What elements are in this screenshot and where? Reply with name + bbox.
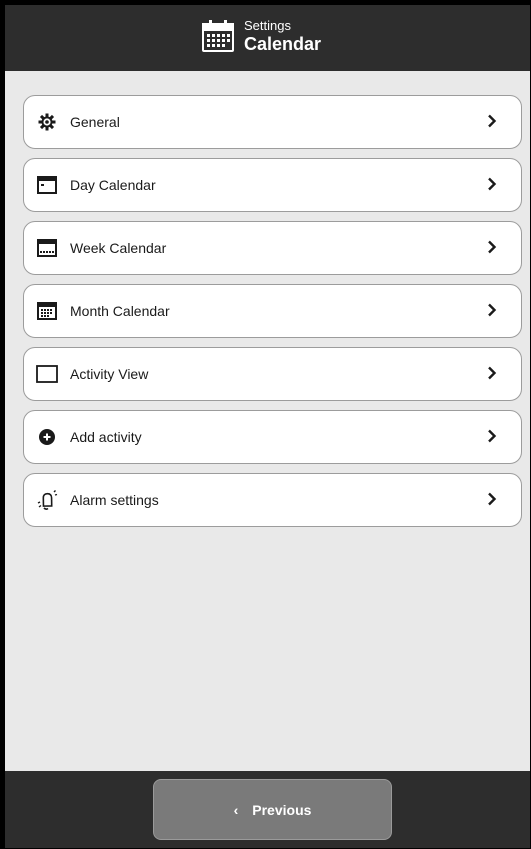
chevron-right-icon [488,177,497,191]
menu-item-label: Day Calendar [70,177,156,193]
footer-bar: ‹ Previous [5,771,530,848]
settings-menu: General Day Calendar Week Calendar Month… [23,95,522,536]
header-titles: Settings Calendar [244,19,321,55]
menu-item-label: Month Calendar [70,303,170,319]
menu-item-label: Week Calendar [70,240,167,256]
chevron-right-icon [488,303,497,317]
gear-icon [35,110,59,134]
previous-button-label: Previous [252,801,312,818]
chevron-left-icon: ‹ [233,801,239,818]
menu-item-label: Activity View [70,366,149,382]
chevron-right-icon [488,366,497,380]
header-bar: Settings Calendar [5,5,530,71]
week-calendar-icon [35,236,59,260]
menu-item-week-calendar[interactable]: Week Calendar [23,221,522,275]
header-title-group: Settings Calendar [201,19,321,55]
menu-item-activity-view[interactable]: Activity View [23,347,522,401]
app-frame: Settings Calendar General Day Calendar W… [5,5,530,848]
menu-item-add-activity[interactable]: Add activity [23,410,522,464]
header-subtitle: Settings [244,18,291,33]
menu-item-label: Alarm settings [70,492,159,508]
page-title: Calendar [244,34,322,54]
chevron-right-icon [488,429,497,443]
previous-button[interactable]: ‹ Previous [153,779,392,840]
activity-view-icon [35,362,59,386]
calendar-icon [202,20,234,52]
chevron-right-icon [488,240,497,254]
add-circle-icon [35,425,59,449]
menu-item-general[interactable]: General [23,95,522,149]
alarm-bell-icon [35,488,59,512]
menu-item-month-calendar[interactable]: Month Calendar [23,284,522,338]
menu-item-alarm-settings[interactable]: Alarm settings [23,473,522,527]
menu-item-label: Add activity [70,429,142,445]
menu-item-day-calendar[interactable]: Day Calendar [23,158,522,212]
chevron-right-icon [488,114,497,128]
day-calendar-icon [35,173,59,197]
menu-item-label: General [70,114,120,130]
month-calendar-icon [35,299,59,323]
chevron-right-icon [488,492,497,506]
